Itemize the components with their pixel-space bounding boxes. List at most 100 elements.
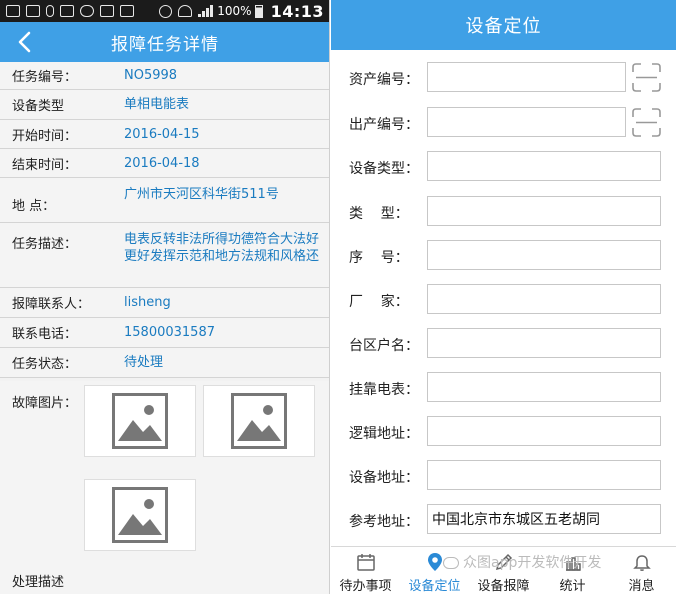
signal-icon <box>198 5 214 17</box>
wechat-icon <box>443 557 459 569</box>
tab-label: 消息 <box>628 579 655 594</box>
field-label: 类 型： <box>349 206 409 222</box>
fault-picture-2[interactable] <box>203 385 315 457</box>
image-placeholder-icon <box>112 393 168 449</box>
device-type-input[interactable] <box>427 151 661 181</box>
app-icon <box>100 5 114 17</box>
image-placeholder-icon <box>112 487 168 543</box>
form-row-area-account: 台区户名： <box>331 328 676 360</box>
handle-description-label: 处理描述 <box>12 575 65 590</box>
chevron-left-icon <box>18 31 31 53</box>
device-location-screen: 设备定位 资产编号： 出产编号： 设备类型： 类 型： 序 号： 厂 家： 台区… <box>331 0 676 594</box>
detail-row-start-time: 开始时间： 2016-04-15 <box>0 120 329 149</box>
wifi-icon <box>178 5 193 17</box>
form-row-manufacturer: 厂 家： <box>331 284 676 316</box>
field-label: 设备地址： <box>349 470 419 486</box>
scan-icon <box>632 63 661 92</box>
linked-meter-input[interactable] <box>427 372 661 402</box>
field-label: 厂 家： <box>349 294 409 310</box>
scan-button[interactable] <box>631 107 662 138</box>
mail-icon <box>26 5 40 17</box>
battery-icon <box>254 4 263 18</box>
detail-row-description: 任务描述： 电表反转非法所得功德符合大法好更好发挥示范和地方法规和风格还 <box>0 223 329 288</box>
status-bar: 100% 14:13 <box>0 0 329 22</box>
fault-pictures-section: 故障图片： 处理描述 <box>0 381 329 594</box>
field-label: 设备类型： <box>349 161 419 177</box>
detail-value: 15800031587 <box>124 325 215 340</box>
scan-icon <box>632 108 661 137</box>
clock: 14:13 <box>270 1 324 21</box>
tab-label: 设备报障 <box>477 579 530 594</box>
detail-label: 报障联系人： <box>12 297 91 312</box>
usb-icon <box>46 5 54 17</box>
detail-label: 联系电话： <box>12 327 78 342</box>
asset-no-input[interactable] <box>427 62 626 92</box>
detail-label: 设备类型 <box>12 99 65 114</box>
fault-picture-3[interactable] <box>84 479 196 551</box>
detail-row-status: 任务状态： 待处理 <box>0 348 329 378</box>
detail-row-task-no: 任务编号： NO5998 <box>0 62 329 90</box>
detail-value: 2016-04-18 <box>124 155 200 171</box>
page-title: 报障任务详情 <box>111 34 219 55</box>
detail-label: 任务描述： <box>12 237 78 252</box>
fault-pictures-label: 故障图片： <box>12 396 78 411</box>
app-icon <box>80 5 94 17</box>
form-row-asset-no: 资产编号： <box>331 62 676 94</box>
detail-value: 2016-04-15 <box>124 126 200 142</box>
field-label: 出产编号： <box>349 117 419 133</box>
task-detail-list: 任务编号： NO5998 设备类型 单相电能表 开始时间： 2016-04-15… <box>0 62 329 378</box>
detail-value: 单相电能表 <box>124 97 190 112</box>
detail-label: 任务编号： <box>12 70 78 85</box>
detail-label: 开始时间： <box>12 128 78 144</box>
logical-address-input[interactable] <box>427 416 661 446</box>
watermark-text: 众图app开发软件开发 <box>463 555 602 571</box>
form-row-reference-address: 参考地址： <box>331 504 676 536</box>
field-label: 逻辑地址： <box>349 426 419 442</box>
detail-value: lisheng <box>124 295 171 310</box>
form-row-logical-address: 逻辑地址： <box>331 416 676 448</box>
form-row-device-address: 设备地址： <box>331 460 676 492</box>
detail-value: 广州市天河区科华街511号 <box>124 187 279 202</box>
form-row-factory-no: 出产编号： <box>331 107 676 139</box>
alarm-icon <box>159 4 173 18</box>
header-bar: 报障任务详情 <box>0 22 329 62</box>
device-address-input[interactable] <box>427 460 661 490</box>
form-row-linked-meter: 挂靠电表： <box>331 372 676 404</box>
field-label: 序 号： <box>349 250 409 266</box>
tab-messages[interactable]: 消息 <box>607 547 676 594</box>
back-button[interactable] <box>14 30 36 54</box>
scan-button[interactable] <box>631 62 662 93</box>
tab-label: 待办事项 <box>339 579 392 594</box>
factory-no-input[interactable] <box>427 107 626 137</box>
type-input[interactable] <box>427 196 661 226</box>
form-row-device-type: 设备类型： <box>331 151 676 183</box>
field-label: 资产编号： <box>349 72 419 88</box>
battery-percent: 100% <box>217 4 252 18</box>
tab-label: 设备定位 <box>408 579 461 594</box>
task-detail-screen: 100% 14:13 报障任务详情 任务编号： NO5998 设备类型 单相电能… <box>0 0 330 594</box>
serial-input[interactable] <box>427 240 661 270</box>
fault-picture-1[interactable] <box>84 385 196 457</box>
map-icon <box>120 5 134 17</box>
field-label: 台区户名： <box>349 338 419 354</box>
reference-address-input[interactable] <box>427 504 661 534</box>
form-row-serial: 序 号： <box>331 240 676 272</box>
form-row-type: 类 型： <box>331 196 676 228</box>
detail-label: 地 点： <box>12 199 56 214</box>
notification-icon <box>6 5 20 17</box>
bell-icon <box>633 555 651 571</box>
detail-value: 待处理 <box>124 355 164 370</box>
manufacturer-input[interactable] <box>427 284 661 314</box>
image-placeholder-icon <box>231 393 287 449</box>
calendar-icon <box>357 554 375 571</box>
tab-label: 统计 <box>559 579 586 594</box>
detail-value: NO5998 <box>124 68 178 83</box>
detail-row-phone: 联系电话： 15800031587 <box>0 318 329 348</box>
detail-value: 电表反转非法所得功德符合大法好更好发挥示范和地方法规和风格还 <box>124 232 320 264</box>
watermark: 众图app开发软件开发 <box>443 552 601 572</box>
area-account-input[interactable] <box>427 328 661 358</box>
tab-todo[interactable]: 待办事项 <box>331 547 400 594</box>
detail-row-end-time: 结束时间： 2016-04-18 <box>0 149 329 178</box>
detail-row-contact: 报障联系人： lisheng <box>0 288 329 318</box>
field-label: 参考地址： <box>349 514 419 530</box>
